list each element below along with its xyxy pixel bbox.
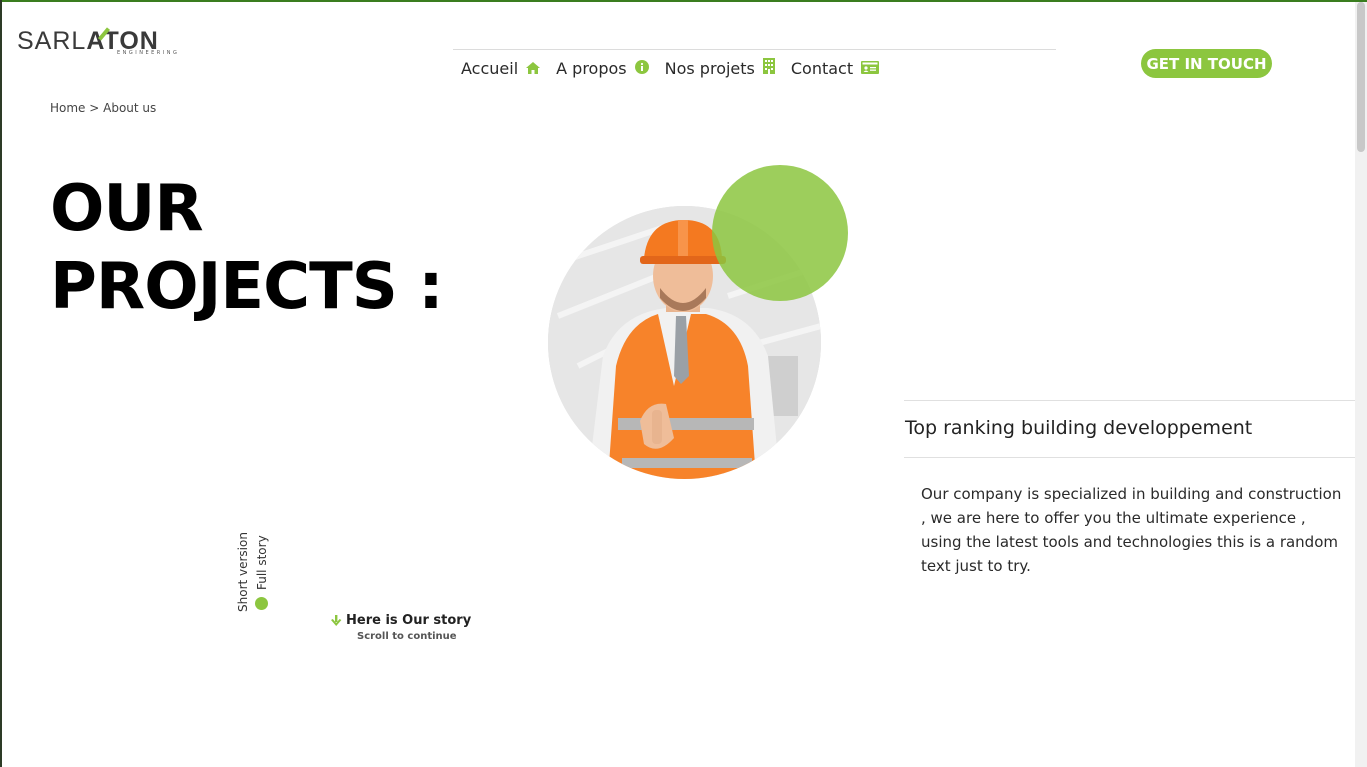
story-heading: Here is Our story [346,613,472,628]
nav-item-contact[interactable]: Contact [790,58,880,78]
page-title: OUR PROJECTS : [50,170,470,326]
get-in-touch-button[interactable]: GET IN TOUCH [1141,49,1272,78]
page-scrollbar[interactable] [1355,2,1367,767]
active-tab-indicator [255,597,268,610]
nav-item-label: Nos projets [664,58,755,78]
id-card-icon [861,59,880,78]
top-border [0,0,1367,2]
story-heading-row: Here is Our story [330,613,471,628]
panel-title: Top ranking building developpement [905,417,1253,439]
panel-divider [904,457,1356,458]
building-icon [762,58,775,78]
page-title-line-2: PROJECTS : [50,250,444,324]
nav-item-label: Accueil [461,58,519,78]
tab-short-version[interactable]: Short version [236,532,250,612]
arrow-down-icon [330,614,342,627]
nav-divider [453,49,1056,50]
story-scroll-prompt[interactable]: Here is Our story Scroll to continue [330,613,471,642]
home-icon [526,59,541,78]
nav-item-label: A propos [556,58,627,78]
logo-subtext: ENGINEERING [117,50,180,56]
page-title-line-1: OUR [50,172,204,246]
main-nav: Accueil A propos Nos projets Contact [461,57,895,79]
tab-full-story[interactable]: Full story [255,535,269,590]
panel-divider-top [904,400,1356,401]
story-version-tabs: Short version Full story [230,530,270,615]
nav-item-label: Contact [790,58,854,78]
info-icon [634,59,649,78]
scrollbar-thumb[interactable] [1357,2,1365,152]
logo-text-light: SARL [17,27,87,55]
nav-item-a-propos[interactable]: A propos [556,58,649,78]
scroll-hint: Scroll to continue [357,631,457,642]
decorative-green-circle [712,165,848,301]
breadcrumb[interactable]: Home > About us [50,101,156,115]
panel-description: Our company is specialized in building a… [921,485,1342,575]
nav-item-accueil[interactable]: Accueil [461,58,541,78]
company-logo[interactable]: SARLATON ENGINEERING [17,27,182,58]
nav-item-nos-projets[interactable]: Nos projets [665,58,775,78]
left-border [0,0,2,767]
